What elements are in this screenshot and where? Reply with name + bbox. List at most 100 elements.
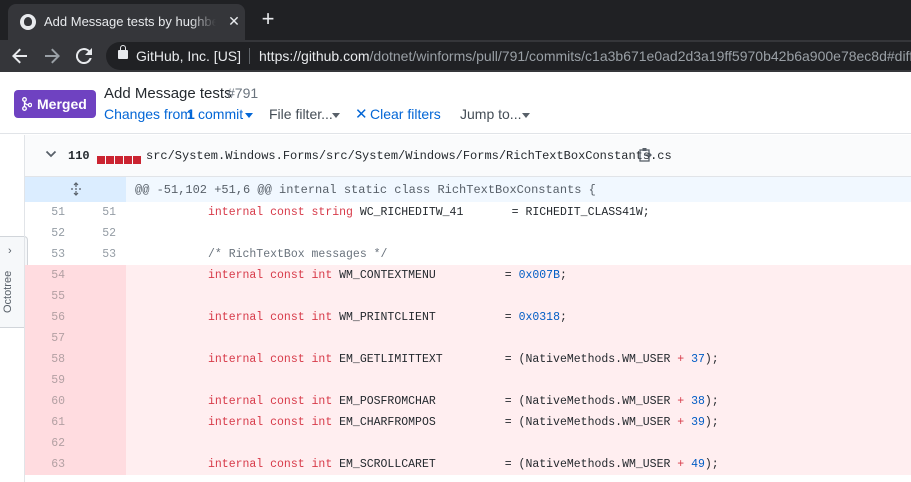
hunk-header-text: @@ -51,102 +51,6 @@ internal static clas…	[135, 183, 596, 197]
new-line-number[interactable]: 53	[75, 244, 126, 265]
old-line-number[interactable]: 62	[25, 433, 75, 454]
pr-number: #791	[227, 85, 259, 101]
clear-filters-button[interactable]: Clear filters	[370, 106, 441, 122]
reload-icon[interactable]	[72, 44, 96, 68]
old-line-number[interactable]: 59	[25, 370, 75, 391]
code-token: EM_POSFROMCHAR = (NativeMethods.WM_USER	[339, 395, 678, 408]
code-line: internal const string WC_RICHEDITW_41 = …	[126, 202, 911, 223]
file-filter-button[interactable]: File filter...	[269, 106, 333, 122]
chevron-down-icon[interactable]	[332, 113, 340, 118]
merged-label: Merged	[37, 96, 87, 112]
jump-to-button[interactable]: Jump to...	[460, 106, 521, 122]
diffstat-deleted-block	[133, 156, 141, 164]
diff-rows: 51 51 internal const string WC_RICHEDITW_4…	[25, 202, 911, 475]
code-token: internal const int	[208, 458, 340, 471]
new-line-number[interactable]	[75, 286, 126, 307]
url-scheme: https://	[259, 48, 302, 64]
code-token: /* RichTextBox messages */	[208, 248, 388, 261]
code-line	[126, 286, 911, 307]
code-line: internal const int WM_CONTEXTMENU = 0x00…	[126, 265, 911, 286]
lock-icon[interactable]	[118, 45, 128, 59]
file-path[interactable]: src/System.Windows.Forms/src/System/Wind…	[146, 149, 672, 163]
merged-badge: Merged	[14, 90, 96, 118]
code-token: 0x0318	[518, 311, 560, 324]
old-line-number[interactable]: 51	[25, 202, 75, 223]
clipboard-icon[interactable]	[639, 147, 653, 163]
chevron-right-icon[interactable]: ›	[8, 245, 12, 257]
old-line-number[interactable]: 55	[25, 286, 75, 307]
new-line-number[interactable]	[75, 370, 126, 391]
new-line-number[interactable]: 52	[75, 223, 126, 244]
code-token: +	[677, 395, 692, 408]
new-line-number[interactable]	[75, 412, 126, 433]
hunk-header: @@ -51,102 +51,6 @@ internal static clas…	[25, 177, 911, 202]
diff-row-context: 51 51 internal const string WC_RICHEDITW_4…	[25, 202, 911, 223]
code-token: 49	[691, 458, 705, 471]
browser-toolbar: GitHub, Inc. [US] https://github.com/dot…	[0, 40, 911, 72]
code-token: 39	[691, 416, 705, 429]
diff-row-deleted: 63 internal const int EM_SCROLLCARET = (N…	[25, 454, 911, 475]
old-line-number[interactable]: 58	[25, 349, 75, 370]
new-line-number[interactable]	[75, 433, 126, 454]
diff-row-deleted: 56 internal const int WM_PRINTCLIENT = 0x…	[25, 307, 911, 328]
commit-word[interactable]: commit	[198, 106, 243, 122]
chevron-down-icon[interactable]	[522, 113, 530, 118]
code-line: internal const int EM_SCROLLCARET = (Nat…	[126, 454, 911, 475]
code-token: 0x007B	[518, 269, 560, 282]
code-line: internal const int EM_POSFROMCHAR = (Nat…	[126, 391, 911, 412]
old-line-number[interactable]: 56	[25, 307, 75, 328]
new-line-number[interactable]	[75, 328, 126, 349]
old-line-number[interactable]: 60	[25, 391, 75, 412]
diffstat-deleted-block	[106, 156, 114, 164]
commit-count[interactable]: 1	[187, 106, 195, 122]
old-line-number[interactable]: 57	[25, 328, 75, 349]
code-token: internal const int	[208, 269, 340, 282]
address-bar[interactable]: GitHub, Inc. [US] https://github.com/dot…	[106, 42, 911, 70]
new-tab-button[interactable]: +	[256, 8, 280, 32]
octotree-label[interactable]: Octotree	[2, 261, 24, 323]
tab-title: Add Message tests by hughbe · P	[44, 14, 216, 32]
code-token: WM_PRINTCLIENT =	[339, 311, 519, 324]
code-line: internal const int EM_GETLIMITTEXT = (Na…	[126, 349, 911, 370]
code-token: +	[677, 353, 692, 366]
old-line-number[interactable]: 63	[25, 454, 75, 475]
diff-row-deleted: 61 internal const int EM_CHARFROMPOS = (N…	[25, 412, 911, 433]
site-identity-label[interactable]: GitHub, Inc. [US]	[136, 48, 241, 64]
back-icon[interactable]	[8, 44, 32, 68]
pr-title[interactable]: Add Message tests	[104, 85, 232, 102]
close-icon[interactable]: ✕	[226, 13, 242, 29]
chevron-down-icon[interactable]	[245, 113, 253, 118]
code-line	[126, 433, 911, 454]
new-line-number[interactable]	[75, 307, 126, 328]
close-icon[interactable]: ✕	[355, 105, 368, 123]
file-change-count: 110	[68, 149, 90, 163]
unfold-icon[interactable]	[69, 182, 83, 196]
code-token: EM_SCROLLCARET = (NativeMethods.WM_USER	[339, 458, 678, 471]
code-token: );	[704, 353, 719, 366]
code-token: internal const int	[208, 311, 340, 324]
code-token: ;	[559, 311, 567, 324]
chevron-down-icon[interactable]	[45, 148, 57, 160]
code-line: /* RichTextBox messages */	[126, 244, 911, 265]
new-line-number[interactable]	[75, 349, 126, 370]
diffstat-deleted-block	[115, 156, 123, 164]
new-line-number[interactable]: 51	[75, 202, 126, 223]
code-line: internal const int EM_CHARFROMPOS = (Nat…	[126, 412, 911, 433]
github-icon	[20, 14, 36, 30]
changes-from-label[interactable]: Changes from	[104, 106, 192, 122]
old-line-number[interactable]: 53	[25, 244, 75, 265]
browser-tab[interactable]: Add Message tests by hughbe · P ✕	[8, 4, 245, 40]
code-token: WC_RICHEDITW_41 = RICHEDIT_CLASS41W;	[359, 206, 650, 219]
hunk-expand-gutter[interactable]	[25, 177, 126, 202]
file-diff: 110 src/System.Windows.Forms/src/System/…	[24, 135, 911, 482]
new-line-number[interactable]	[75, 454, 126, 475]
new-line-number[interactable]	[75, 391, 126, 412]
forward-icon[interactable]	[40, 44, 64, 68]
old-line-number[interactable]: 54	[25, 265, 75, 286]
new-line-number[interactable]	[75, 265, 126, 286]
diffstat-deleted-block	[124, 156, 132, 164]
old-line-number[interactable]: 61	[25, 412, 75, 433]
url-text[interactable]: https://github.com/dotnet/winforms/pull/…	[259, 48, 911, 64]
old-line-number[interactable]: 52	[25, 223, 75, 244]
